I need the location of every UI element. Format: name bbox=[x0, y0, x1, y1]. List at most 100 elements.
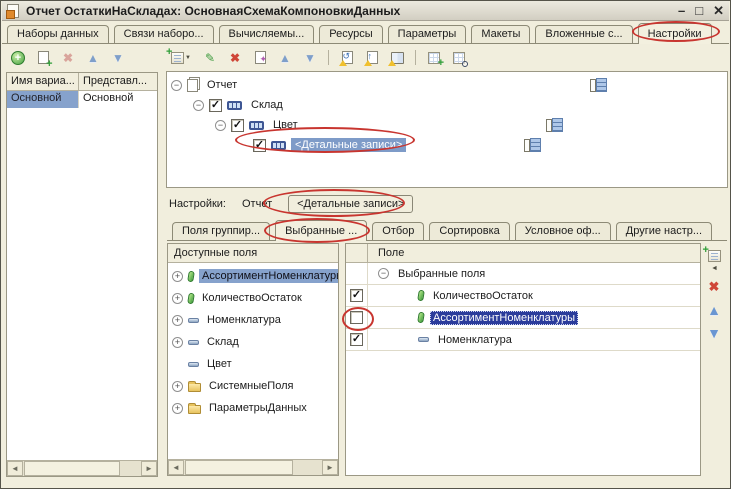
minimize-button[interactable]: – bbox=[678, 2, 685, 20]
tree-item-label[interactable]: Цвет bbox=[269, 118, 302, 132]
structure-move-down-button[interactable]: ▼ bbox=[301, 49, 319, 66]
selected-field-row[interactable]: ✓ КоличествоОстаток bbox=[346, 285, 700, 307]
field-label[interactable]: КоличествоОстаток bbox=[430, 289, 536, 303]
refresh-settings-button[interactable]: ↺ bbox=[338, 49, 356, 66]
save-settings-button[interactable] bbox=[388, 49, 406, 66]
collapse-icon[interactable]: − bbox=[215, 120, 226, 131]
variant-presentation-cell[interactable]: Основной bbox=[79, 91, 157, 108]
tree-row-detail-records[interactable]: ✓ <Детальные записи> bbox=[167, 135, 727, 155]
tab-filter[interactable]: Отбор bbox=[372, 222, 424, 240]
tab-grouping-fields[interactable]: Поля группир... bbox=[172, 222, 270, 240]
tree-item-label[interactable]: Склад bbox=[247, 98, 287, 112]
load-settings-button[interactable]: ↑ bbox=[363, 49, 381, 66]
scroll-left-icon[interactable]: ◄ bbox=[7, 461, 23, 476]
scroll-right-icon[interactable]: ► bbox=[141, 461, 157, 476]
expand-icon[interactable]: + bbox=[172, 381, 183, 392]
add-structure-item-button[interactable]: + ▼ bbox=[168, 49, 194, 66]
scroll-right-icon[interactable]: ► bbox=[322, 460, 338, 475]
variant-name-cell[interactable]: Основной bbox=[7, 91, 79, 108]
column-variant-presentation[interactable]: Представл... bbox=[79, 73, 157, 90]
expand-icon[interactable]: + bbox=[172, 315, 183, 326]
collapse-icon[interactable]: − bbox=[193, 100, 204, 111]
tree-item-label-selected[interactable]: <Детальные записи> bbox=[291, 138, 406, 152]
item-settings-icon[interactable] bbox=[546, 118, 563, 131]
list-item[interactable]: + ПараметрыДанных bbox=[168, 397, 338, 419]
list-item[interactable]: + Склад bbox=[168, 331, 338, 353]
crumb-report[interactable]: Отчет bbox=[236, 197, 278, 211]
crumb-detail-records[interactable]: <Детальные записи> bbox=[288, 195, 413, 213]
tree-row-sklad[interactable]: − ✓ Склад bbox=[167, 95, 727, 115]
tab-selected-fields[interactable]: Выбранные ... bbox=[275, 220, 367, 241]
available-fields-horizontal-scrollbar[interactable]: ◄ ► bbox=[168, 459, 338, 475]
field-column-header[interactable]: Поле bbox=[368, 244, 700, 262]
tab-resources[interactable]: Ресурсы bbox=[319, 25, 382, 43]
scrollbar-thumb[interactable] bbox=[24, 461, 120, 476]
delete-variant-button[interactable]: ✖ bbox=[59, 49, 77, 66]
table-add-button[interactable]: + bbox=[425, 49, 443, 66]
tab-settings[interactable]: Настройки bbox=[638, 23, 712, 44]
copy-variant-button[interactable]: + bbox=[34, 49, 52, 66]
add-selected-field-button[interactable]: + bbox=[705, 247, 723, 264]
selected-field-row[interactable]: АссортиментНоменклатуры bbox=[346, 307, 700, 329]
field-label[interactable]: Номенклатура bbox=[435, 333, 515, 347]
expand-icon[interactable]: + bbox=[172, 403, 183, 414]
selected-field-row[interactable]: ✓ Номенклатура bbox=[346, 329, 700, 351]
list-item[interactable]: + СистемныеПоля bbox=[168, 375, 338, 397]
tree-row-cvet[interactable]: − ✓ Цвет bbox=[167, 115, 727, 135]
expand-icon[interactable]: + bbox=[172, 337, 183, 348]
selected-field-move-up-button[interactable]: ▲ bbox=[705, 301, 723, 318]
delete-selected-field-button[interactable]: ✖ bbox=[705, 278, 723, 295]
tab-templates[interactable]: Макеты bbox=[471, 25, 530, 43]
structure-move-up-button[interactable]: ▲ bbox=[276, 49, 294, 66]
tree-item-label[interactable]: Отчет bbox=[203, 78, 241, 92]
scrollbar-track[interactable] bbox=[121, 461, 141, 476]
close-button[interactable]: ✕ bbox=[713, 2, 724, 20]
tree-row-report[interactable]: − Отчет bbox=[167, 75, 727, 95]
item-settings-icon[interactable] bbox=[590, 78, 607, 91]
field-label[interactable]: ПараметрыДанных bbox=[206, 401, 310, 415]
tab-sorting[interactable]: Сортировка bbox=[429, 222, 509, 240]
scroll-left-icon[interactable]: ◄ bbox=[168, 460, 184, 475]
variants-horizontal-scrollbar[interactable]: ◄ ► bbox=[7, 460, 157, 476]
add-variant-button[interactable]: + bbox=[9, 49, 27, 66]
collapse-icon[interactable]: − bbox=[171, 80, 182, 91]
field-label[interactable]: СистемныеПоля bbox=[206, 379, 296, 393]
variant-move-up-button[interactable]: ▲ bbox=[84, 49, 102, 66]
field-label[interactable]: КоличествоОстаток bbox=[199, 291, 305, 305]
table-row[interactable]: Основной Основной bbox=[7, 91, 157, 108]
delete-structure-item-button[interactable]: ✖ bbox=[226, 49, 244, 66]
tab-parameters[interactable]: Параметры bbox=[388, 25, 467, 43]
variant-move-down-button[interactable]: ▼ bbox=[109, 49, 127, 66]
selected-field-move-down-button[interactable]: ▼ bbox=[705, 324, 723, 341]
expand-icon[interactable]: + bbox=[172, 271, 183, 282]
item-settings-icon[interactable] bbox=[524, 138, 541, 151]
checkbox-checked[interactable]: ✓ bbox=[350, 289, 363, 302]
dropleft-icon[interactable]: ◄ bbox=[711, 265, 718, 272]
list-item[interactable]: + АссортиментНоменклатуры bbox=[168, 265, 338, 287]
scrollbar-track[interactable] bbox=[294, 460, 322, 475]
selected-fields-group-row[interactable]: − Выбранные поля bbox=[346, 263, 700, 285]
list-item[interactable]: + Номенклатура bbox=[168, 309, 338, 331]
checkbox-checked[interactable]: ✓ bbox=[350, 333, 363, 346]
checkbox-checked[interactable]: ✓ bbox=[209, 99, 222, 112]
field-label-selected[interactable]: АссортиментНоменклатуры bbox=[430, 311, 578, 325]
field-label-selected[interactable]: АссортиментНоменклатуры bbox=[199, 269, 338, 283]
group-label[interactable]: Выбранные поля bbox=[395, 267, 488, 281]
collapse-icon[interactable]: − bbox=[378, 268, 389, 279]
scrollbar-thumb[interactable] bbox=[185, 460, 293, 475]
table-view-button[interactable] bbox=[450, 49, 468, 66]
tab-nested-schemas[interactable]: Вложенные с... bbox=[535, 25, 632, 43]
tab-calculated-fields[interactable]: Вычисляемы... bbox=[219, 25, 315, 43]
tab-other-settings[interactable]: Другие настр... bbox=[616, 222, 712, 240]
expand-icon[interactable]: + bbox=[172, 293, 183, 304]
list-item[interactable]: + КоличествоОстаток bbox=[168, 287, 338, 309]
column-variant-name[interactable]: Имя вариа... bbox=[7, 73, 79, 90]
field-label[interactable]: Цвет bbox=[204, 357, 235, 371]
field-label[interactable]: Номенклатура bbox=[204, 313, 284, 327]
checkbox-checked[interactable]: ✓ bbox=[253, 139, 266, 152]
maximize-button[interactable]: □ bbox=[695, 2, 703, 20]
tab-set-links[interactable]: Связи наборо... bbox=[114, 25, 214, 43]
tab-data-sets[interactable]: Наборы данных bbox=[7, 25, 109, 43]
checkbox-unchecked[interactable] bbox=[350, 311, 363, 324]
checkbox-checked[interactable]: ✓ bbox=[231, 119, 244, 132]
